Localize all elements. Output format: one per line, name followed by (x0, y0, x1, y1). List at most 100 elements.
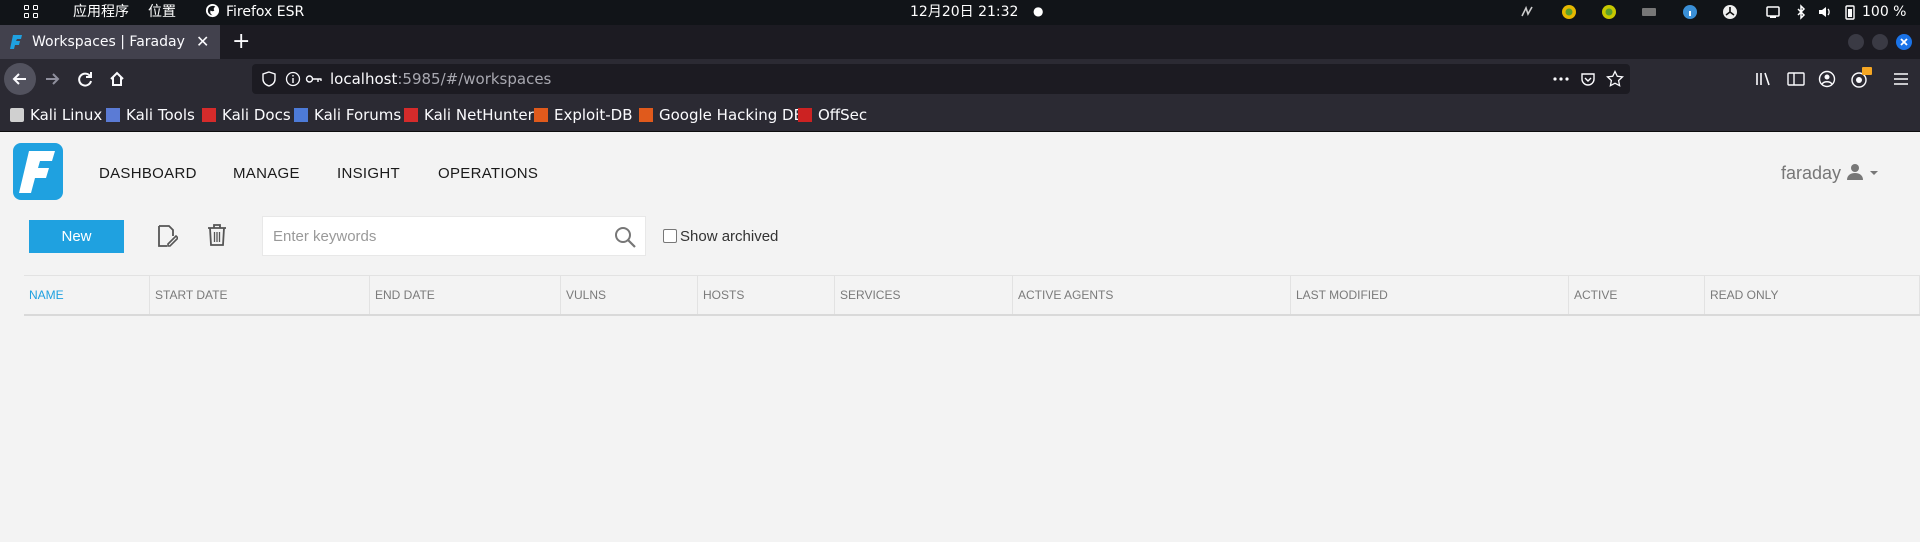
volume-icon[interactable] (1817, 4, 1833, 20)
url-text[interactable]: localhost:5985/#/workspaces (330, 64, 551, 94)
bookmark-google-hacking-db[interactable]: Google Hacking DB (639, 99, 804, 131)
column-active[interactable]: ACTIVE (1568, 276, 1704, 314)
notification-dot-icon: ● (1033, 4, 1044, 18)
new-tab-button[interactable]: + (232, 25, 250, 59)
bookmark-label: Kali Docs (222, 106, 291, 124)
bookmark-label: Kali NetHunter (424, 106, 534, 124)
nav-operations[interactable]: OPERATIONS (438, 165, 538, 182)
bookmark-kali-docs[interactable]: Kali Docs (202, 99, 291, 131)
column-hosts[interactable]: HOSTS (697, 276, 834, 314)
bookmark-label: Kali Tools (126, 106, 195, 124)
address-bar[interactable]: localhost:5985/#/workspaces (252, 64, 1630, 94)
caret-down-icon (1870, 171, 1879, 175)
active-app-indicator[interactable]: Firefox ESR (205, 0, 304, 25)
battery-percentage[interactable]: 100 % (1862, 0, 1906, 25)
close-window-button[interactable] (1896, 34, 1912, 50)
column-services[interactable]: SERVICES (834, 276, 1012, 314)
maximize-window-button[interactable] (1872, 34, 1888, 50)
os-top-bar: 应用程序 位置 Firefox ESR 12月20日 21:32 ● 100 % (0, 0, 1920, 25)
user-menu[interactable]: faraday (1781, 163, 1879, 184)
column-start-date[interactable]: START DATE (149, 276, 369, 314)
account-icon[interactable] (1818, 70, 1836, 88)
bookmark-label: Kali Linux (30, 106, 103, 124)
username: faraday (1781, 163, 1842, 183)
bookmark-kali-linux[interactable]: Kali Linux (10, 99, 102, 131)
places-menu[interactable]: 位置 (148, 0, 176, 25)
keyboard-tray-icon[interactable] (1641, 4, 1657, 20)
bookmarks-toolbar: Kali Linux Kali Tools Kali Docs Kali For… (0, 99, 1920, 132)
info-tray-icon[interactable] (1682, 4, 1698, 20)
column-read-only[interactable]: READ ONLY (1704, 276, 1920, 314)
battery-icon[interactable] (1842, 4, 1858, 20)
status-tray-icon[interactable] (1561, 4, 1577, 20)
info-icon[interactable] (285, 71, 301, 87)
kali-forums-icon (294, 108, 308, 122)
nav-dashboard[interactable]: DASHBOARD (99, 165, 197, 182)
key-icon[interactable] (305, 71, 323, 87)
bluetooth-icon[interactable] (1793, 4, 1809, 20)
url-path: :5985/#/workspaces (397, 70, 552, 88)
update-tray-icon[interactable] (1601, 4, 1617, 20)
shield-icon[interactable] (261, 71, 277, 87)
bookmark-offsec[interactable]: OffSec (798, 99, 867, 131)
exploit-db-icon (534, 108, 548, 122)
cog-tray-icon[interactable] (1722, 4, 1738, 20)
new-workspace-button[interactable]: New (29, 220, 124, 253)
tab-strip: Workspaces | Faraday ✕ + (0, 25, 1920, 59)
search-icon[interactable] (613, 225, 637, 249)
kali-dragon-icon (10, 108, 24, 122)
bookmark-exploit-db[interactable]: Exploit-DB (534, 99, 633, 131)
applications-menu[interactable]: 应用程序 (73, 0, 129, 25)
nav-insight[interactable]: INSIGHT (337, 165, 400, 182)
search-box[interactable] (262, 216, 646, 256)
pocket-icon[interactable] (1580, 71, 1596, 87)
kali-tools-icon (106, 108, 120, 122)
search-input[interactable] (273, 217, 603, 255)
reload-icon (78, 72, 92, 87)
back-button[interactable] (4, 63, 36, 95)
more-actions-icon[interactable] (1552, 71, 1570, 87)
extensions-icon[interactable] (1850, 67, 1872, 89)
bookmark-kali-nethunter[interactable]: Kali NetHunter (404, 99, 534, 131)
arrow-left-icon (12, 73, 26, 85)
tab-title: Workspaces | Faraday (32, 34, 185, 50)
tab-close-icon[interactable]: ✕ (196, 25, 209, 59)
apps-grid-icon[interactable] (24, 5, 40, 20)
home-button[interactable] (101, 63, 133, 95)
column-vulns[interactable]: VULNS (560, 276, 697, 314)
bookmark-star-icon[interactable] (1606, 70, 1624, 88)
arrow-right-icon (46, 73, 60, 85)
bookmark-kali-tools[interactable]: Kali Tools (106, 99, 195, 131)
show-archived-label: Show archived (680, 228, 779, 245)
forward-button[interactable] (36, 63, 68, 95)
navigation-toolbar: localhost:5985/#/workspaces (0, 59, 1920, 99)
edit-icon[interactable] (156, 224, 178, 248)
browser-tab-active[interactable]: Workspaces | Faraday ✕ (0, 25, 220, 59)
column-end-date[interactable]: END DATE (369, 276, 560, 314)
bookmark-label: Kali Forums (314, 106, 402, 124)
column-name[interactable]: NAME (24, 276, 149, 314)
nav-manage[interactable]: MANAGE (233, 165, 300, 182)
active-app-label: Firefox ESR (226, 4, 305, 20)
display-tray-icon[interactable] (1765, 4, 1781, 20)
column-last-modified[interactable]: LAST MODIFIED (1290, 276, 1568, 314)
column-active-agents[interactable]: ACTIVE AGENTS (1012, 276, 1290, 314)
close-icon (1900, 38, 1908, 46)
sidebar-icon[interactable] (1787, 71, 1805, 87)
library-icon[interactable] (1755, 71, 1773, 87)
hamburger-menu-icon[interactable] (1892, 71, 1910, 87)
bookmark-kali-forums[interactable]: Kali Forums (294, 99, 401, 131)
clock[interactable]: 12月20日 21:32 (910, 0, 1018, 25)
show-archived-checkbox[interactable] (663, 229, 677, 243)
ghdb-icon (639, 108, 653, 122)
firefox-icon (205, 3, 220, 18)
faraday-logo-icon[interactable] (13, 143, 63, 200)
home-icon (110, 71, 124, 86)
show-archived-toggle[interactable]: Show archived (663, 228, 778, 245)
minimize-window-button[interactable] (1848, 34, 1864, 50)
wave-tray-icon[interactable] (1520, 4, 1536, 20)
reload-button[interactable] (69, 63, 101, 95)
bookmark-label: OffSec (818, 106, 868, 124)
trash-icon[interactable] (207, 223, 227, 247)
bookmark-label: Exploit-DB (554, 106, 633, 124)
